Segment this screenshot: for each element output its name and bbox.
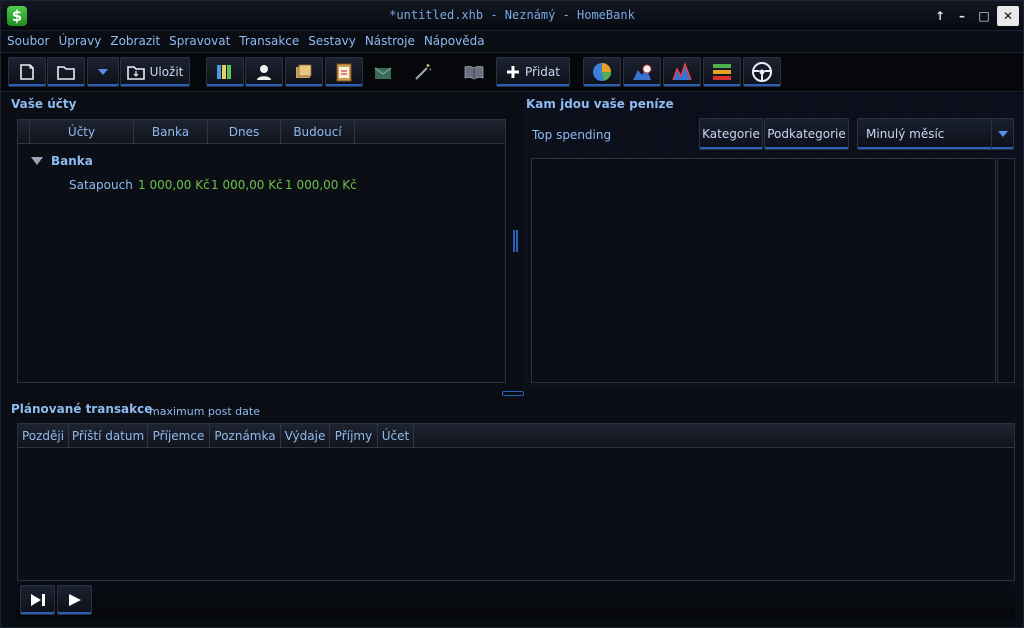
scheduled-col-filler [414, 424, 1014, 448]
accounts-col-bank[interactable]: Banka [134, 120, 208, 144]
app-window: $ *untitled.xhb - Neznámý - HomeBank ↑ –… [0, 0, 1024, 628]
showall-button[interactable] [456, 57, 492, 87]
add-transaction-button[interactable]: Přidat [496, 57, 570, 87]
assign-button[interactable] [405, 57, 441, 87]
save-folder-icon [126, 66, 145, 80]
title-bar: $ *untitled.xhb - Neznámý - HomeBank ↑ –… [1, 1, 1023, 31]
menu-transakce[interactable]: Transakce [239, 31, 299, 51]
accounts-col-filler [355, 120, 505, 144]
folder-open-icon [57, 66, 75, 80]
max-post-date-label: maximum post date [149, 405, 260, 418]
envelope-money-icon [374, 67, 392, 79]
menu-bar: Soubor Úpravy Zobrazit Spravovat Transak… [1, 31, 1023, 51]
always-on-top-icon[interactable]: ↑ [929, 6, 951, 26]
account-bank-balance: 1 000,00 Kč [138, 178, 210, 192]
menu-napoveda[interactable]: Nápověda [424, 31, 485, 51]
scheduled-col-later[interactable]: Později [18, 424, 69, 448]
range-select-value: Minulý měsíc [866, 127, 945, 141]
vertical-pane-handle[interactable] [513, 230, 518, 252]
skip-forward-icon [30, 594, 45, 606]
archives-button[interactable] [325, 57, 363, 87]
payee-person-icon [257, 65, 271, 80]
scheduled-col-account[interactable]: Účet [378, 424, 414, 448]
window-controls: ↑ – □ ✕ [929, 6, 1019, 26]
horizontal-pane-handle[interactable] [502, 391, 524, 396]
vehicle-cost-report-button[interactable] [743, 57, 781, 87]
subcategory-toggle-button[interactable]: Podkategorie [764, 118, 849, 150]
range-select[interactable]: Minulý měsíc [857, 118, 1014, 150]
skip-scheduled-button[interactable] [20, 585, 55, 615]
categories-button[interactable] [285, 57, 323, 87]
new-file-icon [20, 64, 34, 80]
statistics-report-button[interactable] [583, 57, 621, 87]
menu-upravy[interactable]: Úpravy [58, 31, 101, 51]
menu-nastroje[interactable]: Nástroje [365, 31, 415, 51]
plus-icon [507, 66, 520, 78]
menu-zobrazit[interactable]: Zobrazit [110, 31, 160, 51]
open-file-button[interactable] [47, 57, 85, 87]
area-chart-icon [672, 61, 692, 81]
scheduled-action-bar [17, 581, 1015, 619]
spending-chart-area [531, 158, 996, 383]
post-scheduled-button[interactable] [57, 585, 92, 615]
expander-triangle-icon[interactable] [30, 156, 44, 166]
account-name: Satapouch [69, 178, 133, 192]
clipboard-icon [336, 63, 352, 82]
maximize-icon[interactable]: □ [973, 6, 995, 26]
accounts-tree[interactable]: Účty Banka Dnes Budoucí Banka Satapouch … [17, 119, 506, 383]
scheduled-col-income[interactable]: Příjmy [330, 424, 378, 448]
window-title: *untitled.xhb - Neznámý - HomeBank [389, 8, 635, 22]
spending-legend-scroll[interactable] [997, 158, 1015, 383]
group-row-banka[interactable]: Banka [30, 153, 93, 169]
menu-soubor[interactable]: Soubor [7, 31, 49, 51]
category-toggle-button[interactable]: Kategorie [699, 118, 763, 150]
accounts-section-title: Vaše účty [11, 97, 77, 111]
accounts-button[interactable] [206, 57, 244, 87]
chevron-down-icon [98, 69, 108, 75]
trend-time-report-button[interactable] [623, 57, 661, 87]
accounts-col-name[interactable]: Účty [30, 120, 134, 144]
play-icon [68, 594, 81, 606]
open-book-icon [464, 65, 484, 80]
chevron-down-icon [998, 131, 1008, 137]
table-row[interactable]: Satapouch 1 000,00 Kč 1 000,00 Kč 1 000,… [18, 176, 505, 194]
scheduled-list[interactable]: Později Příští datum Příjemce Poznámka V… [17, 423, 1015, 581]
close-icon[interactable]: ✕ [997, 6, 1019, 26]
menu-spravovat[interactable]: Spravovat [169, 31, 230, 51]
save-label: Uložit [149, 65, 184, 79]
scheduled-col-expense[interactable]: Výdaje [281, 424, 330, 448]
save-button[interactable]: Uložit [120, 57, 190, 87]
accounts-col-today[interactable]: Dnes [208, 120, 281, 144]
budget-bars-icon [713, 64, 731, 80]
pie-chart-icon [593, 63, 612, 81]
accounts-col-future[interactable]: Budoucí [281, 120, 355, 144]
budget-report-button[interactable] [703, 57, 741, 87]
accounts-col-expander[interactable] [18, 120, 30, 144]
group-label: Banka [51, 154, 93, 168]
trend-clock-icon [633, 64, 652, 80]
scheduled-col-memo[interactable]: Poznámka [210, 424, 281, 448]
scheduled-section-title: Plánované transakce [11, 402, 153, 416]
spending-section-title: Kam jdou vaše peníze [526, 97, 674, 111]
new-file-button[interactable] [8, 57, 46, 87]
scheduled-col-payee[interactable]: Příjemce [148, 424, 210, 448]
magic-wand-icon [415, 64, 432, 80]
minimize-icon[interactable]: – [951, 6, 973, 26]
budget-button[interactable] [365, 57, 401, 87]
category-folders-icon [296, 64, 312, 78]
recent-files-dropdown[interactable] [87, 57, 119, 87]
balance-report-button[interactable] [663, 57, 701, 87]
range-dropdown-toggle[interactable] [991, 119, 1013, 149]
steering-wheel-icon [752, 62, 772, 82]
scheduled-col-next-date[interactable]: Příští datum [69, 424, 148, 448]
toolbar: Uložit Přidat [1, 52, 1023, 92]
payees-button[interactable] [245, 57, 283, 87]
account-today-balance: 1 000,00 Kč [211, 178, 283, 192]
accounts-books-icon [217, 65, 231, 79]
menu-sestavy[interactable]: Sestavy [308, 31, 356, 51]
add-label: Přidat [525, 65, 560, 79]
top-spending-label: Top spending [532, 128, 612, 142]
account-future-balance: 1 000,00 Kč [285, 178, 357, 192]
